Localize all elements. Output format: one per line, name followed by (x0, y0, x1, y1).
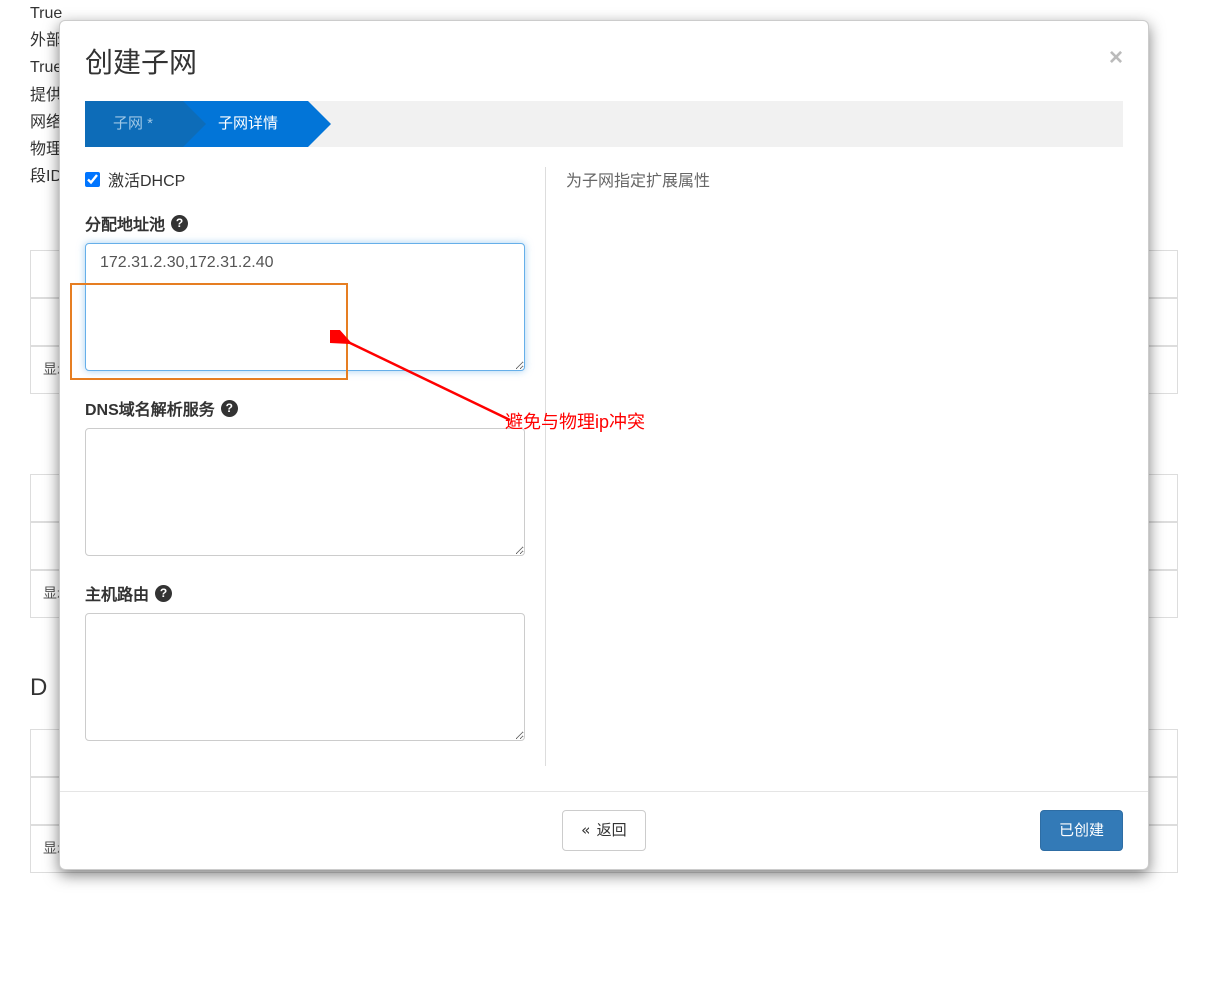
dhcp-checkbox[interactable] (85, 172, 100, 187)
modal-columns: 激活DHCP 分配地址池 ? DNS域名解析服务 ? (85, 167, 1123, 766)
back-button[interactable]: « 返回 (562, 810, 645, 851)
submit-button[interactable]: 已创建 (1040, 810, 1123, 851)
allocation-pool-label: 分配地址池 ? (85, 211, 525, 235)
modal-title: 创建子网 (85, 41, 1123, 81)
host-routes-label: 主机路由 ? (85, 581, 525, 605)
allocation-pool-label-text: 分配地址池 (85, 211, 165, 235)
wizard-step-label: 子网 * (113, 115, 153, 132)
back-button-label: 返回 (597, 822, 627, 839)
close-icon[interactable]: × (1109, 46, 1123, 70)
host-routes-input[interactable] (85, 613, 525, 741)
info-text: 为子网指定扩展属性 (566, 167, 1123, 191)
modal-header: 创建子网 × (60, 21, 1148, 101)
host-routes-label-text: 主机路由 (85, 581, 149, 605)
allocation-pool-input[interactable] (85, 243, 525, 371)
chevron-left-icon: « (581, 821, 588, 839)
submit-button-label: 已创建 (1059, 822, 1104, 839)
form-column: 激活DHCP 分配地址池 ? DNS域名解析服务 ? (85, 167, 545, 766)
help-icon[interactable]: ? (221, 400, 238, 417)
dns-input[interactable] (85, 428, 525, 556)
wizard-step-subnet[interactable]: 子网 * (85, 101, 183, 147)
host-routes-group: 主机路由 ? (85, 581, 525, 744)
dns-label-text: DNS域名解析服务 (85, 396, 215, 420)
create-subnet-modal: 创建子网 × 子网 * 子网详情 激活DHCP 分配地 (59, 20, 1149, 870)
dns-label: DNS域名解析服务 ? (85, 396, 525, 420)
modal-body: 子网 * 子网详情 激活DHCP 分配地址池 ? (60, 101, 1148, 791)
wizard-nav: 子网 * 子网详情 (85, 101, 1123, 147)
dhcp-checkbox-row: 激活DHCP (85, 167, 525, 191)
wizard-step-label: 子网详情 (218, 115, 278, 132)
modal-footer: « 返回 已创建 (60, 791, 1148, 869)
help-icon[interactable]: ? (171, 215, 188, 232)
dhcp-label: 激活DHCP (108, 167, 185, 191)
allocation-pool-group: 分配地址池 ? (85, 211, 525, 374)
info-column: 为子网指定扩展属性 (545, 167, 1123, 766)
help-icon[interactable]: ? (155, 585, 172, 602)
dns-group: DNS域名解析服务 ? (85, 396, 525, 559)
